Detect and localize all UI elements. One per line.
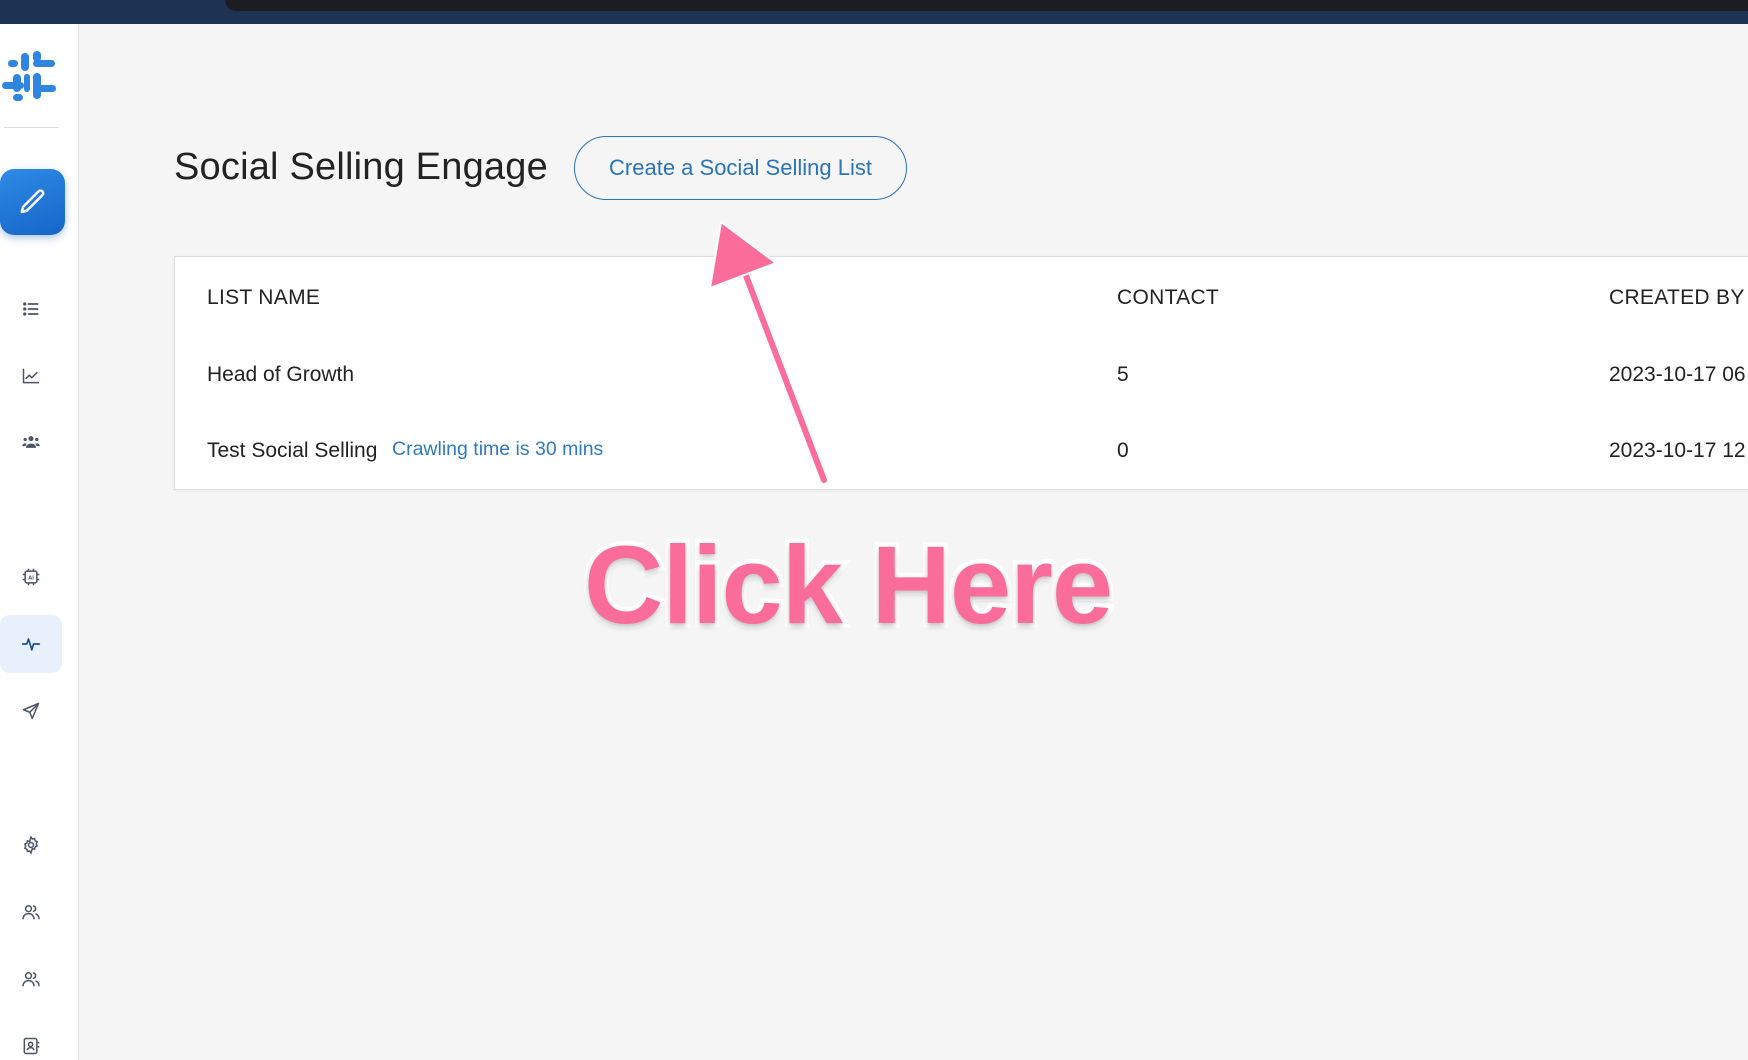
sidebar-item-users[interactable] [0,950,62,1008]
pencil-icon [20,189,44,214]
sidebar-item-contacts[interactable] [0,1017,62,1060]
sidebar-item-lists[interactable] [0,280,62,338]
row-created-by: 2023-10-17 12 [1609,439,1746,462]
sidebar-item-settings[interactable] [0,816,62,874]
contact-book-icon [23,1037,40,1055]
row-created-by: 2023-10-17 06 [1609,363,1746,386]
sidebar-divider [4,127,59,128]
analytics-chart-icon [22,368,40,384]
app-logo-icon[interactable] [0,46,60,106]
ai-chip-icon: AI [22,568,40,586]
row-contact-count: 5 [1117,363,1129,386]
svg-text:AI: AI [28,576,34,582]
sidebar-item-team[interactable] [0,413,62,471]
sidebar-item-activity[interactable] [0,615,62,673]
user-group-icon [22,905,40,920]
create-social-selling-list-button[interactable]: Create a Social Selling List [574,136,907,200]
settings-gear-icon [23,835,39,855]
send-icon [22,702,40,720]
team-icon [22,436,40,448]
crawling-status-note: Crawling time is 30 mins [392,438,604,460]
sidebar: AI [0,24,79,1060]
list-icon [23,302,39,316]
column-header-created-by[interactable]: CREATED BY [1609,286,1745,310]
top-bar [0,0,1748,24]
sidebar-item-ai[interactable]: AI [0,548,62,606]
sidebar-item-user-group[interactable] [0,883,62,941]
column-header-contact[interactable]: CONTACT [1117,286,1219,310]
column-header-list-name[interactable]: LIST NAME [207,286,320,310]
row-list-name[interactable]: Head of Growth [207,363,354,387]
sidebar-item-analytics[interactable] [0,347,62,405]
top-bar-inner [225,0,1748,11]
row-contact-count: 0 [1117,439,1129,462]
page-title: Social Selling Engage [174,146,548,188]
click-here-annotation: Click Here [579,520,1117,652]
sidebar-item-campaigns[interactable] [0,682,62,740]
row-list-name[interactable]: Test Social Selling [207,439,377,463]
activity-pulse-icon [21,638,41,651]
compose-button[interactable] [0,169,65,235]
annotation-arrow [709,221,830,486]
users-icon [22,972,40,987]
